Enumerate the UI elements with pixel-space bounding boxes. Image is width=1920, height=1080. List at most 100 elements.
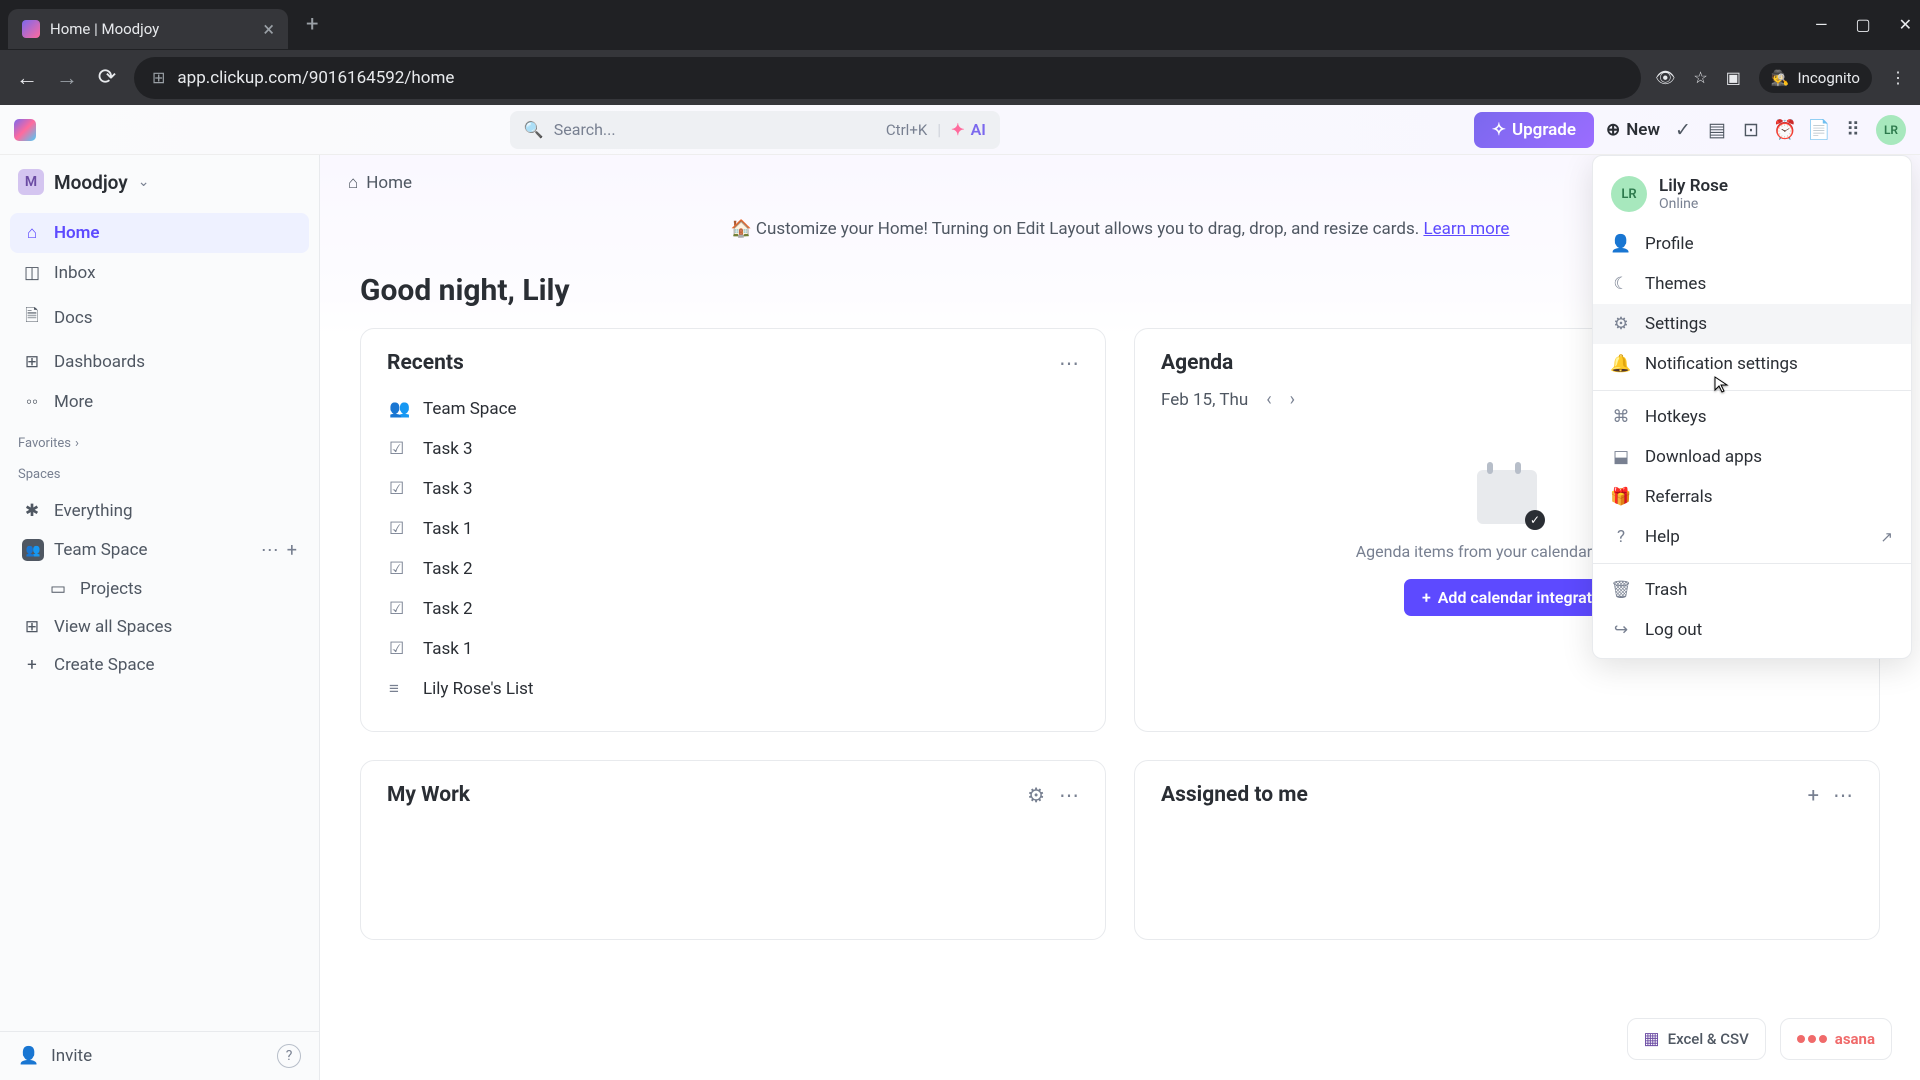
recent-item-label: Task 1 [423,519,473,539]
apps-grid-icon[interactable]: ⠿ [1842,119,1864,141]
tab-favicon [22,20,40,38]
help-icon[interactable]: ? [277,1044,301,1068]
asana-chip[interactable]: asana [1780,1018,1892,1060]
user-menu-item-help[interactable]: ?Help↗ [1593,517,1911,557]
upgrade-button[interactable]: ✧ Upgrade [1474,112,1594,148]
ai-label: AI [971,120,986,139]
record-icon[interactable]: ⊡ [1740,119,1762,141]
user-menu-item-settings[interactable]: ⚙Settings [1593,304,1911,344]
nav-label: View all Spaces [54,617,172,637]
chevron-left-icon[interactable]: ‹ [1266,389,1271,410]
sidebar-item-create-space[interactable]: + Create Space [10,646,309,684]
minimize-icon[interactable]: — [1815,15,1828,34]
asana-logo-icon [1797,1035,1827,1043]
recent-item[interactable]: ☑Task 1 [387,629,1079,669]
excel-csv-chip[interactable]: ▦ Excel & CSV [1627,1018,1766,1060]
sidebar-item-dashboards[interactable]: ⊞ Dashboards [10,342,309,382]
learn-more-link[interactable]: Learn more [1423,219,1509,239]
chip-label: Excel & CSV [1668,1030,1749,1048]
recent-item-label: Team Space [423,399,517,419]
tab-title: Home | Moodjoy [50,20,253,38]
more-horizontal-icon[interactable]: ⋯ [1059,351,1079,375]
recent-item-label: Lily Rose's List [423,679,533,699]
sidebar-item-team-space[interactable]: 👥 Team Space ⋯ + [10,530,309,570]
menu-item-label: Hotkeys [1645,407,1707,427]
recent-item[interactable]: ☑Task 1 [387,509,1079,549]
workspace-picker[interactable]: M Moodjoy ⌄ [0,155,319,209]
more-horizontal-icon[interactable]: ⋯ [1833,783,1853,807]
new-tab-button[interactable]: + [306,12,318,37]
user-menu-item-referrals[interactable]: 🎁Referrals [1593,477,1911,517]
breadcrumb[interactable]: ⌂ Home [348,173,412,193]
back-button[interactable]: ← [14,65,40,91]
panel-icon[interactable]: ▣ [1726,68,1741,87]
more-horizontal-icon[interactable]: ⋯ [1059,783,1079,807]
sidebar-item-projects[interactable]: ▭ Projects [10,570,309,608]
bookmark-icon[interactable]: ☆ [1693,68,1707,87]
sidebar-item-home[interactable]: ⌂ Home [10,213,309,253]
menu-item-label: Help [1645,527,1680,547]
recent-item[interactable]: ≡Lily Rose's List [387,669,1079,709]
reload-button[interactable]: ⟳ [94,65,120,91]
recent-item-label: Task 1 [423,639,473,659]
search-icon: 🔍 [524,120,544,139]
url-text: app.clickup.com/9016164592/home [177,68,1623,88]
user-menu-item-notification-settings[interactable]: 🔔Notification settings [1593,344,1911,384]
sidebar-item-inbox[interactable]: ◫ Inbox [10,253,309,293]
task-icon: ☑ [389,599,409,619]
agenda-date[interactable]: Feb 15, Thu [1161,390,1248,410]
sidebar-item-more[interactable]: ◦◦ More [10,382,309,422]
nav-label: Everything [54,501,133,521]
check-circle-icon[interactable]: ✓ [1672,119,1694,141]
more-horizontal-icon[interactable]: ⋯ [261,540,279,561]
browser-menu-icon[interactable]: ⋮ [1890,68,1906,87]
incognito-badge[interactable]: 🕵 Incognito [1759,63,1872,93]
close-tab-icon[interactable]: × [263,17,274,41]
recent-item[interactable]: ☑Task 2 [387,589,1079,629]
add-calendar-button[interactable]: + Add calendar integrat [1404,579,1610,616]
recent-item[interactable]: ☑Task 2 [387,549,1079,589]
notepad-icon[interactable]: ▤ [1706,119,1728,141]
user-menu-item-download-apps[interactable]: ⬓Download apps [1593,437,1911,477]
reminder-icon[interactable]: ⏰ [1774,119,1796,141]
maximize-icon[interactable]: ▢ [1855,15,1870,34]
plus-icon[interactable]: + [287,540,297,561]
url-input[interactable]: ⊞ app.clickup.com/9016164592/home [134,57,1641,99]
tracking-icon[interactable]: 👁 [1655,68,1675,87]
search-shortcut: Ctrl+K [886,121,927,139]
user-menu-item-hotkeys[interactable]: ⌘Hotkeys [1593,397,1911,437]
gear-icon[interactable]: ⚙ [1027,783,1045,807]
bell-icon: 🔔 [1611,354,1631,374]
nav-label: Team Space [54,540,148,560]
clickup-logo[interactable] [14,119,36,141]
user-avatar[interactable]: LR [1876,115,1906,145]
invite-button[interactable]: Invite [51,1046,92,1066]
new-button[interactable]: ⊕ New [1606,120,1660,140]
site-settings-icon[interactable]: ⊞ [152,68,165,87]
chevron-right-icon[interactable]: › [1290,389,1295,410]
plus-icon: + [22,655,42,675]
ai-button[interactable]: ✦ AI [951,120,986,139]
favorites-heading[interactable]: Favorites › [0,426,319,457]
upgrade-label: Upgrade [1512,120,1576,140]
user-menu-item-themes[interactable]: ☾Themes [1593,264,1911,304]
browser-tab[interactable]: Home | Moodjoy × [8,9,288,49]
user-menu-item-profile[interactable]: 👤Profile [1593,224,1911,264]
card-title: Recents [387,351,464,375]
user-menu-item-log-out[interactable]: ↪Log out [1593,610,1911,650]
plus-icon[interactable]: + [1808,783,1819,807]
recent-item[interactable]: 👥Team Space [387,389,1079,429]
recent-item[interactable]: ☑Task 3 [387,429,1079,469]
forward-button[interactable]: → [54,65,80,91]
sidebar-item-docs[interactable]: 🗎 Docs [10,293,309,342]
sidebar-item-view-all-spaces[interactable]: ⊞ View all Spaces [10,608,309,646]
sidebar-item-everything[interactable]: ✱ Everything [10,492,309,530]
doc-icon[interactable]: 📄 [1808,119,1830,141]
close-window-icon[interactable]: ✕ [1899,15,1912,34]
user-menu-item-trash[interactable]: 🗑Trash [1593,570,1911,610]
task-icon: ☑ [389,439,409,459]
global-search[interactable]: 🔍 Search... Ctrl+K | ✦ AI [510,111,1000,149]
recent-item[interactable]: ☑Task 3 [387,469,1079,509]
workspace-badge: M [18,169,44,195]
nav-label: Create Space [54,655,155,675]
